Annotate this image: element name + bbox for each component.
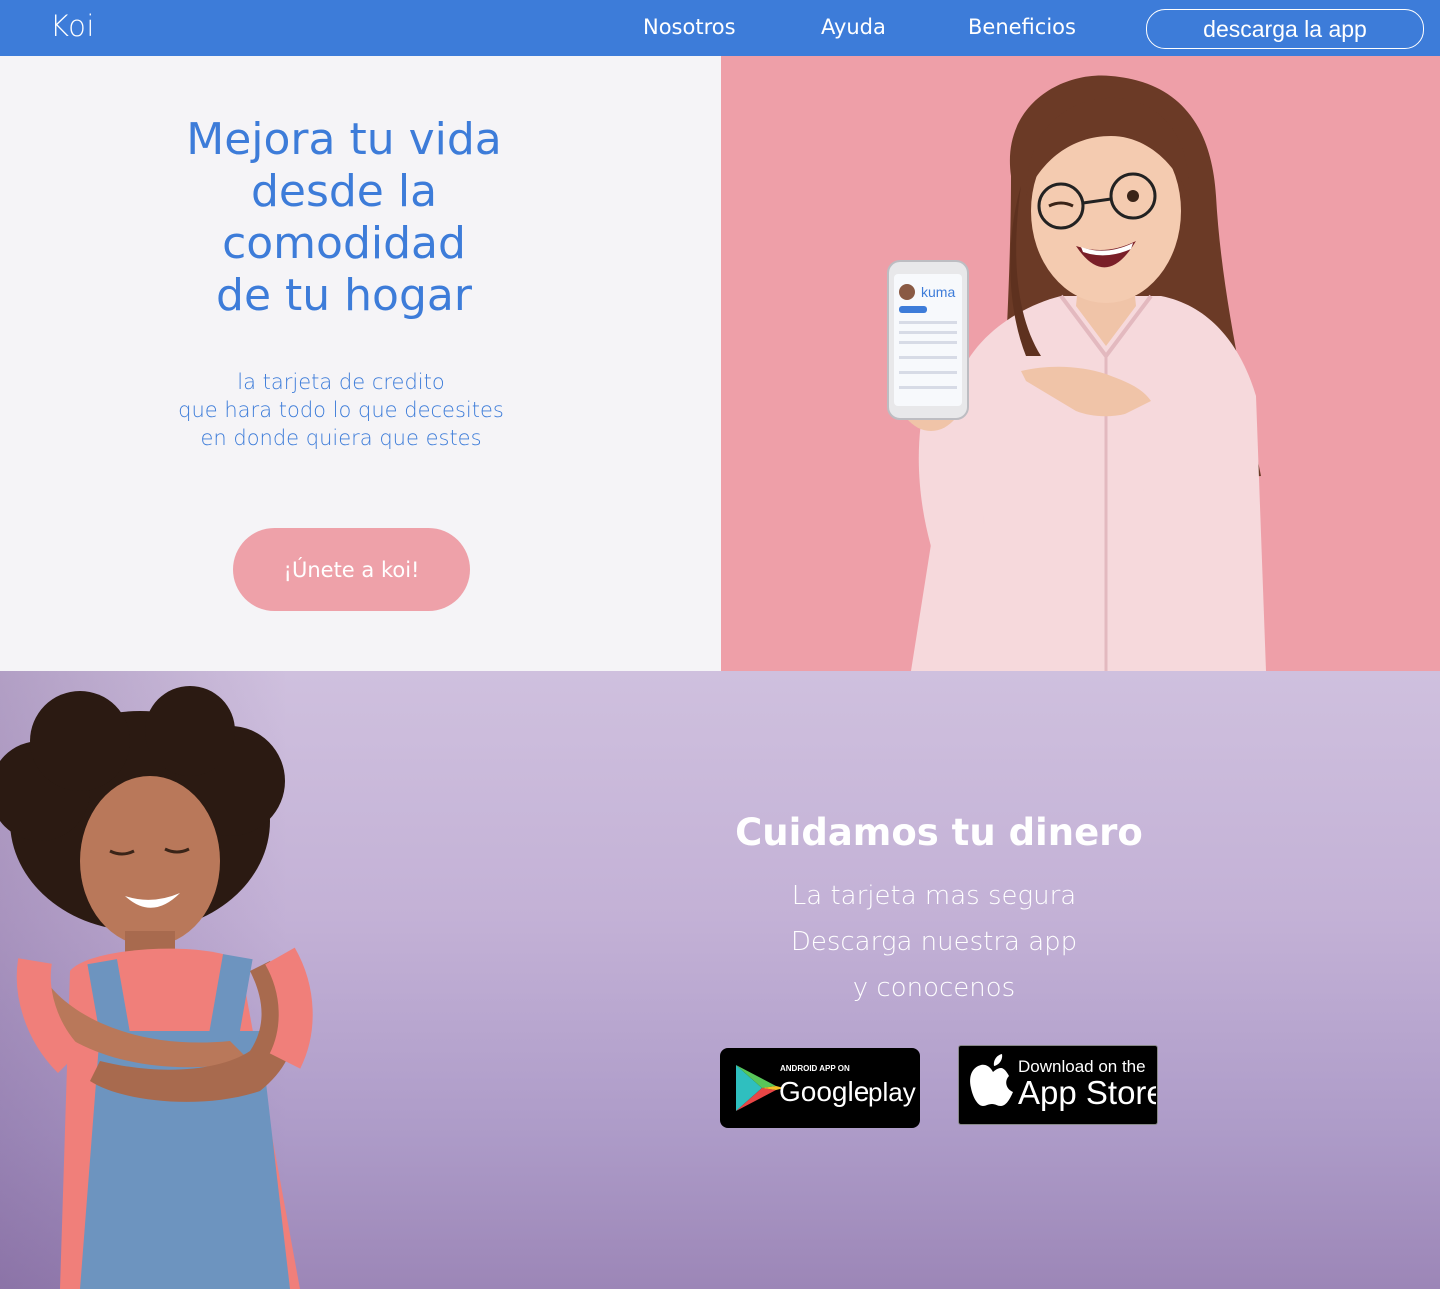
apple-logo-icon: Download on the App Store [970, 1054, 1165, 1111]
section-line: La tarjeta mas segura [791, 881, 1077, 911]
brand-logo[interactable]: Koi [50, 9, 95, 43]
google-play-small-text: ANDROID APP ON [780, 1064, 850, 1073]
phone-app-name: kuma [921, 284, 955, 300]
nav-link-ayuda[interactable]: Ayuda [821, 15, 886, 39]
google-play-word-text: play [868, 1077, 916, 1107]
section-line: Descarga nuestra app [790, 927, 1078, 957]
secure-money-section: Cuidamos tu dinero La tarjeta mas segura… [0, 671, 1440, 1289]
top-navigation-bar: Koi Nosotros Ayuda Beneficios descarga l… [0, 0, 1440, 56]
hero-subtitle: la tarjeta de credito que hara todo lo q… [0, 368, 682, 452]
join-koi-button[interactable]: ¡Únete a koi! [233, 528, 470, 611]
download-app-button[interactable]: descarga la app [1146, 9, 1424, 49]
hugging-woman-illustration [0, 686, 313, 1289]
hero-title-line: Mejora tu vida [186, 114, 502, 165]
hero-subtitle-line: que hara todo lo que decesites [178, 398, 504, 422]
hero-title-line: de tu hogar [216, 270, 472, 321]
section-description: La tarjeta mas segura Descarga nuestra a… [700, 873, 1168, 1011]
hero-text-panel: Mejora tu vida desde la comodidad de tu … [0, 56, 721, 671]
hero-subtitle-line: la tarjeta de credito [237, 370, 445, 394]
hero-title: Mejora tu vida desde la comodidad de tu … [0, 114, 688, 322]
google-play-badge[interactable]: ANDROID APP ON Google play [720, 1048, 920, 1128]
woman-with-phone-illustration: kuma [887, 75, 1266, 671]
google-play-brand-text: Google [779, 1076, 869, 1107]
nav-link-beneficios[interactable]: Beneficios [968, 15, 1076, 39]
section-line: y conocenos [852, 973, 1016, 1003]
google-play-icon: ANDROID APP ON Google play [736, 1064, 916, 1111]
nav-link-nosotros[interactable]: Nosotros [643, 15, 736, 39]
section-title: Cuidamos tu dinero [735, 811, 1143, 854]
hero-title-line: desde la [250, 166, 438, 217]
hero-photo: kuma [721, 56, 1440, 671]
app-store-big-text: App Store [1018, 1074, 1156, 1111]
hero-title-line: comodidad [222, 218, 466, 269]
app-store-badge[interactable]: Download on the App Store [958, 1045, 1165, 1125]
hero-subtitle-line: en donde quiera que estes [200, 426, 482, 450]
